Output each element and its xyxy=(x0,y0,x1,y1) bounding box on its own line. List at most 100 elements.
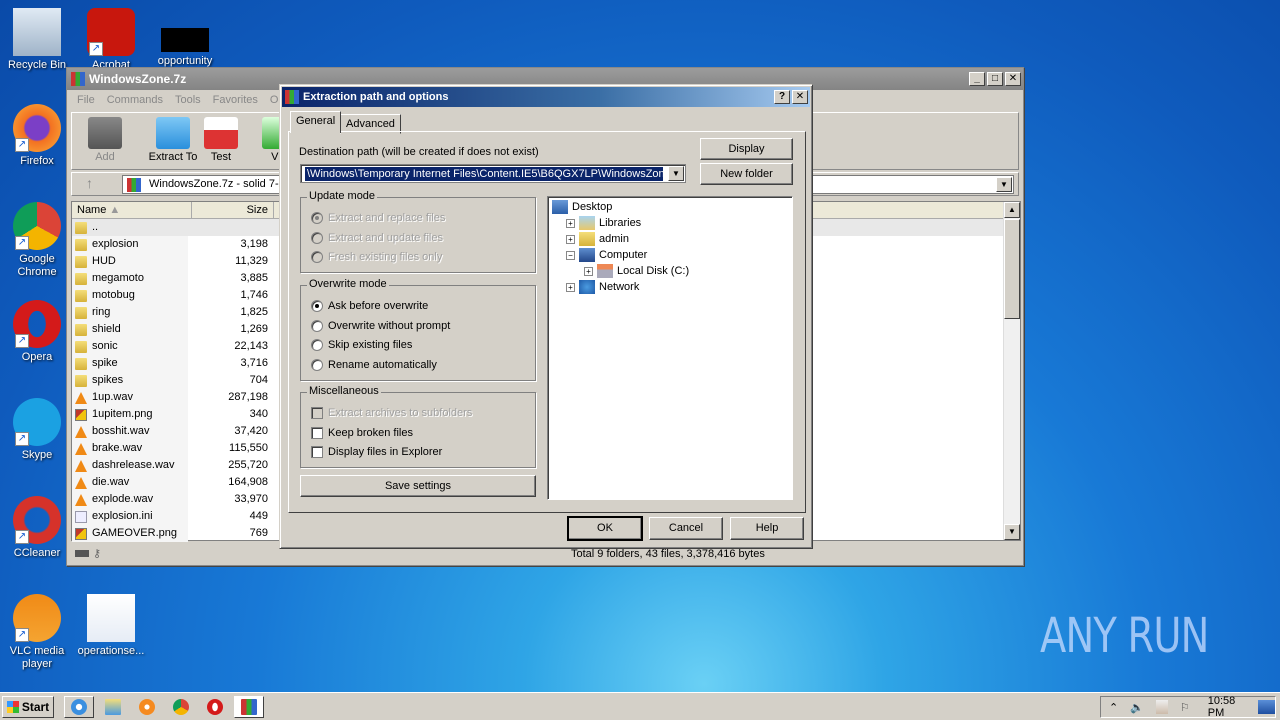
folder-icon xyxy=(75,340,87,353)
tree-node-admin[interactable]: + admin xyxy=(566,231,629,247)
taskbar-chrome-button[interactable] xyxy=(166,696,196,718)
checkbox-display-files-in-explorer[interactable]: Display files in Explorer xyxy=(311,446,442,458)
radio-button[interactable] xyxy=(311,212,323,224)
file-size: 3,198 xyxy=(240,238,268,250)
ok-button[interactable]: OK xyxy=(567,516,643,541)
taskbar-winrar-button[interactable] xyxy=(234,696,264,718)
radio-button[interactable] xyxy=(311,339,323,351)
menu-commands[interactable]: Commands xyxy=(101,94,169,106)
radio-button[interactable] xyxy=(311,319,323,332)
checkbox[interactable] xyxy=(311,407,323,419)
dialog-titlebar[interactable]: Extraction path and options ? ✕ xyxy=(282,87,810,107)
volume-icon[interactable]: 🔈 xyxy=(1130,701,1144,714)
toolbar-test-button[interactable]: Test xyxy=(196,117,246,163)
desktop-icon-ccleaner[interactable]: ↗ CCleaner xyxy=(0,496,74,560)
up-arrow-icon[interactable]: ↑ xyxy=(86,175,93,191)
vlc-audio-icon xyxy=(75,425,87,438)
clock[interactable]: 10:58 PM xyxy=(1208,695,1248,719)
desktop-icon-recycle-bin[interactable]: Recycle Bin xyxy=(0,8,74,72)
destination-path-combo[interactable]: \Windows\Temporary Internet Files\Conten… xyxy=(300,164,686,183)
vlc-audio-icon xyxy=(75,459,87,472)
file-size: 287,198 xyxy=(228,391,268,403)
desktop-icon-acrobat[interactable]: ↗ Acrobat xyxy=(74,8,148,72)
radio-button[interactable] xyxy=(311,300,323,312)
start-button[interactable]: Start xyxy=(2,696,54,718)
desktop-icon-operationse-[interactable]: operationse... xyxy=(74,594,148,658)
expand-icon[interactable]: + xyxy=(566,218,575,228)
tree-node-libraries[interactable]: + Libraries xyxy=(566,215,641,231)
show-hidden-icons[interactable]: ⌃ xyxy=(1109,701,1118,714)
action-center-flag-icon[interactable]: ⚐ xyxy=(1180,701,1190,714)
display-button[interactable]: Display xyxy=(700,138,793,160)
desktop-icon-vlc-media-player[interactable]: ↗ VLC media player xyxy=(0,594,74,671)
option-skip-existing-files[interactable]: Skip existing files xyxy=(311,339,412,351)
option-overwrite-without-prompt[interactable]: Overwrite without prompt xyxy=(311,319,450,332)
help-button[interactable]: Help xyxy=(730,517,804,540)
scroll-up-arrow[interactable]: ▲ xyxy=(1004,202,1020,218)
update-mode-label: Update mode xyxy=(307,190,378,202)
dialog-help-button[interactable]: ? xyxy=(774,90,790,104)
destination-path-label: Destination path (will be created if doe… xyxy=(299,146,539,158)
miscellaneous-label: Miscellaneous xyxy=(307,385,381,397)
tree-node-desktop[interactable]: Desktop xyxy=(552,199,612,215)
taskbar-internet-explorer-button[interactable] xyxy=(64,696,94,718)
folder-icon xyxy=(75,272,87,285)
file-list-scrollbar[interactable]: ▲ ▼ xyxy=(1003,202,1020,540)
tree-node-computer[interactable]: − Computer xyxy=(566,247,647,263)
tree-node-local-disk-c-[interactable]: + Local Disk (C:) xyxy=(584,263,689,279)
scroll-down-arrow[interactable]: ▼ xyxy=(1004,524,1020,540)
close-window-button[interactable]: ✕ xyxy=(1005,72,1021,86)
checkbox[interactable] xyxy=(311,446,323,458)
radio-button[interactable] xyxy=(311,251,323,263)
taskbar-media-player-button[interactable] xyxy=(132,696,162,718)
cancel-button[interactable]: Cancel xyxy=(649,517,723,540)
scroll-thumb[interactable] xyxy=(1004,219,1020,319)
taskbar-opera-button[interactable] xyxy=(200,696,230,718)
maximize-button[interactable]: □ xyxy=(987,72,1003,86)
option-fresh-existing-files-only[interactable]: Fresh existing files only xyxy=(311,251,442,263)
desktop-icon-label: CCleaner xyxy=(13,547,61,559)
desktop-icon-skype[interactable]: ↗ Skype xyxy=(0,398,74,462)
column-header-size[interactable]: Size xyxy=(192,202,274,218)
option-extract-and-update-files[interactable]: Extract and update files xyxy=(311,231,443,244)
desktop-icon-opera[interactable]: ↗ Opera xyxy=(0,300,74,364)
tree-node-network[interactable]: + Network xyxy=(566,279,639,295)
checkbox-extract-archives-to-subfolders[interactable]: Extract archives to subfolders xyxy=(311,407,472,419)
folder-tree[interactable]: Desktop + Libraries + admin − Computer + Local D… xyxy=(547,196,793,500)
option-extract-and-replace-files[interactable]: Extract and replace files xyxy=(311,212,445,224)
checkbox-keep-broken-files[interactable]: Keep broken files xyxy=(311,426,413,439)
show-desktop-button[interactable] xyxy=(1257,700,1275,714)
radio-button[interactable] xyxy=(311,231,323,244)
menu-file[interactable]: File xyxy=(71,94,101,106)
option-rename-automatically[interactable]: Rename automatically xyxy=(311,358,437,371)
network-warning-icon[interactable] xyxy=(1155,700,1168,714)
expand-icon[interactable]: + xyxy=(584,266,593,276)
option-ask-before-overwrite[interactable]: Ask before overwrite xyxy=(311,300,428,312)
checkbox[interactable] xyxy=(311,426,323,439)
tab-general[interactable]: General xyxy=(290,111,342,133)
desktop-icon-firefox[interactable]: ↗ Firefox xyxy=(0,104,74,168)
expand-icon[interactable]: + xyxy=(566,282,575,292)
save-settings-button[interactable]: Save settings xyxy=(300,475,536,497)
chrome-icon: ↗ xyxy=(13,202,61,250)
file-size: 3,885 xyxy=(240,272,268,284)
menu-tools[interactable]: Tools xyxy=(169,94,207,106)
expand-icon[interactable]: + xyxy=(566,234,575,244)
new-folder-button[interactable]: New folder xyxy=(700,163,793,185)
tree-node-label: Local Disk (C:) xyxy=(617,265,690,277)
toolbar-add-button[interactable]: Add xyxy=(80,117,130,163)
dialog-close-button[interactable]: ✕ xyxy=(792,90,808,104)
destination-path-input[interactable]: \Windows\Temporary Internet Files\Conten… xyxy=(305,167,663,181)
radio-button[interactable] xyxy=(311,358,323,371)
start-label: Start xyxy=(21,700,50,714)
desktop-icon-opportunity[interactable]: opportunity xyxy=(148,8,222,68)
destination-dropdown-arrow[interactable]: ▼ xyxy=(668,166,684,181)
address-dropdown-arrow[interactable]: ▼ xyxy=(996,177,1012,192)
toolbar-label: Add xyxy=(95,151,115,163)
taskbar-explorer-button[interactable] xyxy=(98,696,128,718)
minimize-button[interactable]: _ xyxy=(969,72,985,86)
menu-favorites[interactable]: Favorites xyxy=(207,94,264,106)
collapse-icon[interactable]: − xyxy=(566,250,575,260)
desktop-icon-google-chrome[interactable]: ↗ Google Chrome xyxy=(0,202,74,279)
column-header-name[interactable]: Name ▲ xyxy=(72,202,192,218)
